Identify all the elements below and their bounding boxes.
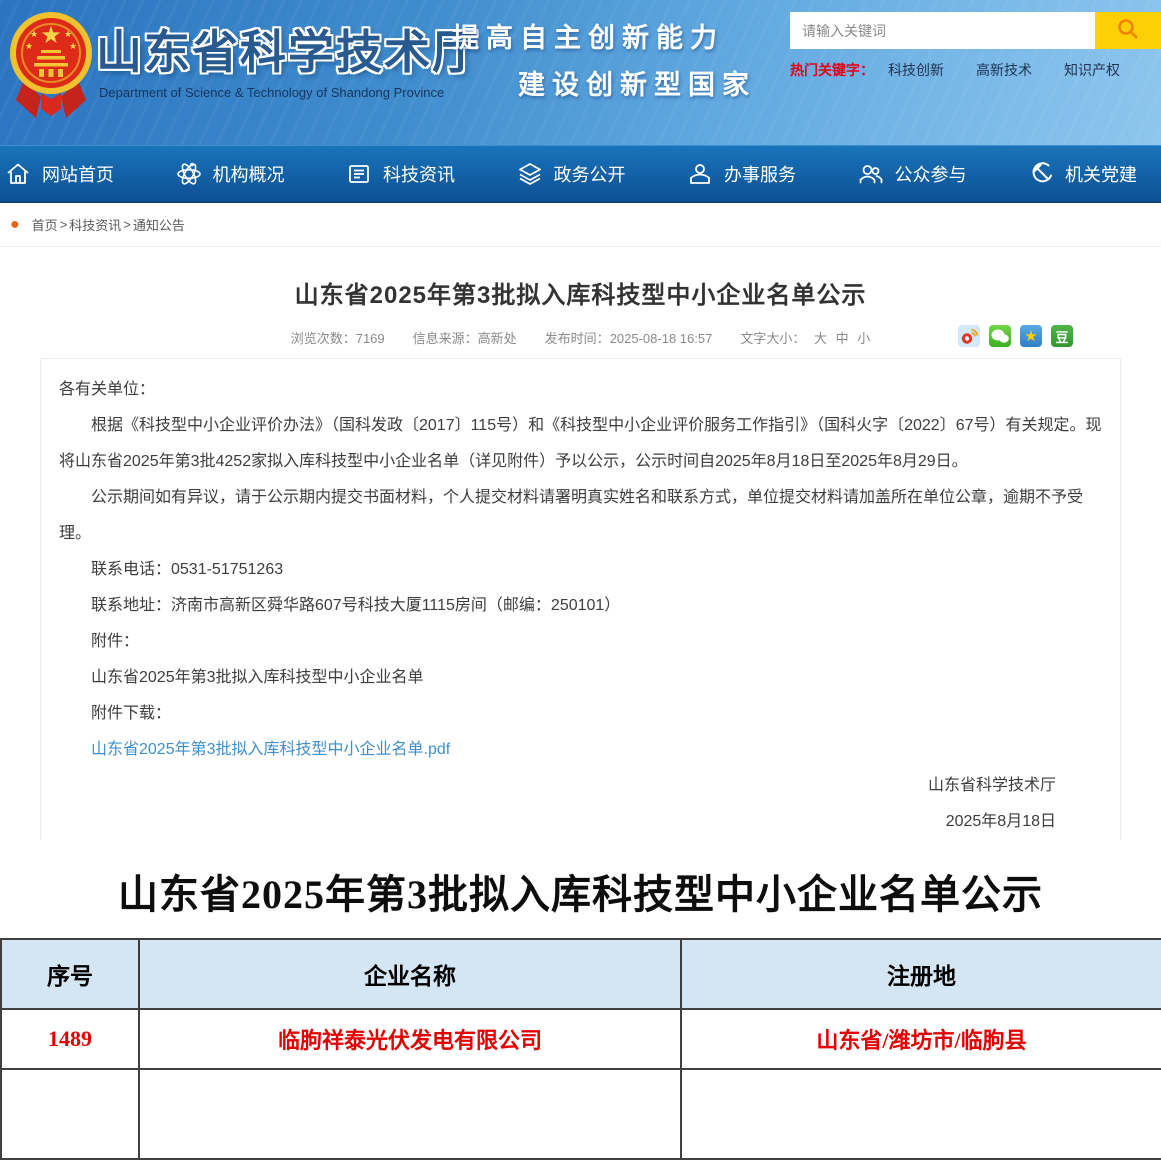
meta-source: 信息来源：高新处: [413, 328, 517, 347]
main-nav: 网站首页 机构概况 科技资讯 政务: [0, 145, 1161, 203]
font-size-medium[interactable]: 中: [836, 331, 849, 346]
article-body: 各有关单位： 根据《科技型中小企业评价办法》（国科发政〔2017〕115号）和《…: [40, 358, 1121, 840]
roster-title: 山东省2025年第3批拟入库科技型中小企业名单公示: [0, 862, 1161, 920]
hot-keyword-2[interactable]: 知识产权: [1064, 60, 1120, 80]
cell-serial: 1489: [1, 1009, 139, 1069]
font-size-small[interactable]: 小: [857, 331, 870, 346]
table-row-partial: [1, 1069, 1161, 1159]
hot-keywords-row: 热门关键字： 科技创新 高新技术 知识产权: [790, 60, 1152, 80]
article-meta: 浏览次数：7169 信息来源：高新处 发布时间：2025-08-18 16:57…: [0, 324, 1161, 350]
font-size-large[interactable]: 大: [814, 331, 827, 346]
slogan-line2: 建设创新型国家: [452, 63, 756, 102]
source-value: 高新处: [478, 331, 517, 346]
nav-label: 机构概况: [213, 161, 285, 187]
nav-item-party[interactable]: 机关党建: [1027, 161, 1137, 187]
search-button[interactable]: [1095, 12, 1161, 49]
site-header: ★ ★ ★ ★ ★ 山东省科学技术厅 Department of Science…: [0, 0, 1161, 145]
article-title: 山东省2025年第3批拟入库科技型中小企业名单公示: [0, 275, 1161, 310]
breadcrumb: ● 首页 > 科技资讯 > 通知公告: [0, 203, 1161, 247]
signature-org: 山东省科学技术厅: [59, 768, 1102, 804]
hammer-sickle-icon: [1027, 161, 1055, 187]
wechat-icon[interactable]: [989, 325, 1011, 347]
attachment-name: 山东省2025年第3批拟入库科技型中小企业名单: [59, 660, 1102, 696]
download-label: 附件下载：: [59, 696, 1102, 732]
views-count: 7169: [356, 331, 385, 346]
home-icon: [4, 161, 32, 187]
breadcrumb-separator: >: [60, 217, 68, 232]
hot-keyword-0[interactable]: 科技创新: [888, 60, 944, 80]
national-emblem-logo: ★ ★ ★ ★ ★: [8, 6, 94, 127]
cell-location: 山东省/潍坊市/临朐县: [681, 1009, 1161, 1069]
header-serial: 序号: [1, 939, 139, 1009]
paragraph-basis: 根据《科技型中小企业评价办法》（国科发政〔2017〕115号）和《科技型中小企业…: [59, 408, 1102, 480]
svg-text:★: ★: [25, 41, 33, 51]
attachment-pdf-link[interactable]: 山东省2025年第3批拟入库科技型中小企业名单.pdf: [91, 741, 450, 758]
paragraph-objection: 公示期间如有异议，请于公示期内提交书面材料，个人提交材料请署明真实姓名和联系方式…: [59, 480, 1102, 552]
meta-publish-time: 发布时间：2025-08-18 16:57: [545, 328, 713, 347]
breadcrumb-news[interactable]: 科技资讯: [69, 215, 121, 234]
svg-text:★: ★: [40, 22, 62, 49]
hot-keyword-1[interactable]: 高新技术: [976, 60, 1032, 80]
meta-font-size: 文字大小： 大 中 小: [740, 328, 870, 347]
contact-address: 联系地址：济南市高新区舜华路607号科技大厦1115房间（邮编：250101）: [59, 588, 1102, 624]
nav-item-participation[interactable]: 公众参与: [857, 161, 967, 187]
svg-text:★: ★: [69, 41, 77, 51]
search-box: [790, 12, 1161, 49]
breadcrumb-dot-icon: ●: [10, 217, 20, 233]
salutation: 各有关单位：: [59, 372, 1102, 408]
service-person-icon: [686, 161, 714, 187]
site-subtitle: Department of Science & Technology of Sh…: [99, 85, 444, 100]
cell-company: 临朐祥泰光伏发电有限公司: [139, 1009, 681, 1069]
nav-item-gov-info[interactable]: 政务公开: [516, 161, 626, 187]
nav-label: 机关党建: [1065, 161, 1137, 187]
nav-item-about[interactable]: 机构概况: [175, 161, 285, 187]
header-location: 注册地: [681, 939, 1161, 1009]
breadcrumb-home[interactable]: 首页: [32, 215, 58, 234]
nav-item-home[interactable]: 网站首页: [4, 161, 114, 187]
nav-label: 办事服务: [724, 161, 796, 187]
search-input[interactable]: [790, 12, 1095, 49]
breadcrumb-separator: >: [123, 217, 131, 232]
people-icon: [857, 161, 885, 187]
weibo-icon[interactable]: [958, 325, 980, 347]
contact-phone: 联系电话：0531-51751263: [59, 552, 1102, 588]
table-header-row: 序号 企业名称 注册地: [1, 939, 1161, 1009]
breadcrumb-notices[interactable]: 通知公告: [133, 215, 185, 234]
share-buttons: ★ 豆: [958, 325, 1073, 347]
nav-label: 公众参与: [895, 161, 967, 187]
hot-keywords-label: 热门关键字：: [790, 60, 874, 80]
nav-item-news[interactable]: 科技资讯: [345, 161, 455, 187]
news-icon: [345, 161, 373, 187]
search-icon: [1116, 17, 1140, 44]
nav-item-services[interactable]: 办事服务: [686, 161, 796, 187]
nav-label: 网站首页: [42, 161, 114, 187]
attachment-label: 附件：: [59, 624, 1102, 660]
meta-views: 浏览次数：7169: [291, 328, 385, 347]
svg-text:★: ★: [64, 29, 72, 39]
svg-text:★: ★: [30, 29, 38, 39]
layers-icon: [516, 161, 544, 187]
time-value: 2025-08-18 16:57: [610, 331, 713, 346]
douban-icon[interactable]: 豆: [1051, 325, 1073, 347]
roster-table: 序号 企业名称 注册地 1489 临朐祥泰光伏发电有限公司 山东省/潍坊市/临朐…: [0, 938, 1161, 1160]
slogan-line1: 提高自主创新能力: [452, 16, 756, 55]
atom-icon: [175, 161, 203, 187]
slogan: 提高自主创新能力 建设创新型国家: [452, 16, 756, 102]
signature-date: 2025年8月18日: [59, 804, 1102, 840]
table-row: 1489 临朐祥泰光伏发电有限公司 山东省/潍坊市/临朐县: [1, 1009, 1161, 1069]
header-company: 企业名称: [139, 939, 681, 1009]
site-title: 山东省科学技术厅: [96, 16, 480, 82]
qzone-icon[interactable]: ★: [1020, 325, 1042, 347]
nav-label: 科技资讯: [383, 161, 455, 187]
nav-label: 政务公开: [554, 161, 626, 187]
